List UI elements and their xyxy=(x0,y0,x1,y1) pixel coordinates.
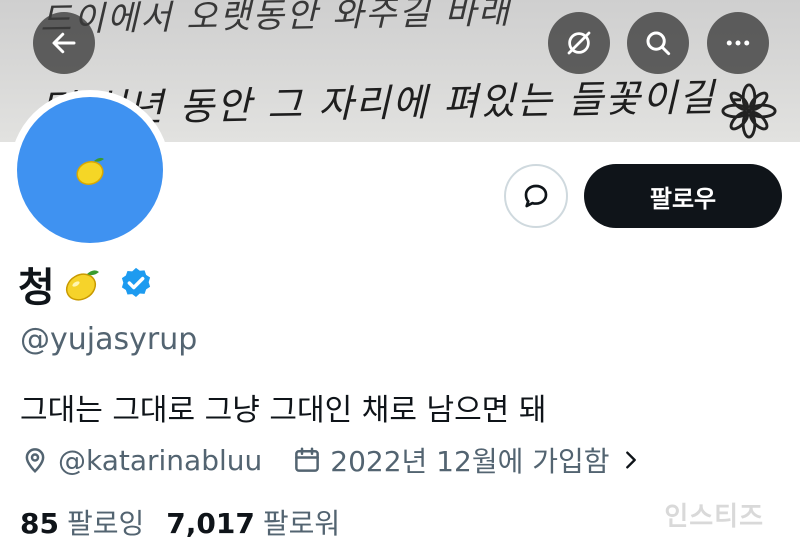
avatar-ring xyxy=(10,90,170,250)
followers-count: 7,017 xyxy=(166,507,255,540)
following-count: 85 xyxy=(20,507,59,540)
site-watermark: 인스티즈 xyxy=(664,502,764,532)
lemon-emoji-icon xyxy=(65,270,99,301)
chevron-right-icon[interactable] xyxy=(620,449,642,471)
location-link[interactable]: @katarinabluu xyxy=(58,444,262,477)
banner-text-top: 드이에서 오랫동안 와주길 바래 xyxy=(39,0,512,41)
translate-button[interactable] xyxy=(548,12,610,74)
follow-button[interactable]: 팔로우 xyxy=(584,164,782,228)
message-button[interactable] xyxy=(504,164,568,228)
follow-stats-row: 85 팔로잉 7,017 팔로워 xyxy=(20,502,340,542)
verified-badge-icon[interactable] xyxy=(117,265,155,303)
back-button[interactable] xyxy=(33,12,95,74)
avatar[interactable] xyxy=(17,97,163,243)
lemon-icon xyxy=(76,157,104,186)
followers-link[interactable]: 7,017 팔로워 xyxy=(166,502,340,542)
display-name: 청 xyxy=(18,265,55,311)
more-horizontal-icon xyxy=(726,40,750,46)
translate-globe-icon xyxy=(567,31,591,55)
location-pin-icon xyxy=(25,448,45,473)
following-label: 팔로잉 xyxy=(66,507,145,540)
join-date: 2022년 12월에 가입함 xyxy=(330,445,610,478)
search-button[interactable] xyxy=(627,12,689,74)
profile-bio: 그대는 그대로 그냥 그대인 채로 남으면 돼 xyxy=(20,393,547,428)
following-link[interactable]: 85 팔로잉 xyxy=(20,502,144,542)
followers-label: 팔로워 xyxy=(262,507,341,540)
flower-doodle-icon xyxy=(721,83,777,139)
message-bubble-icon xyxy=(524,184,548,208)
profile-meta-row: @katarinabluu 2022년 12월에 가입함 xyxy=(20,440,642,480)
user-handle: @yujasyrup xyxy=(20,322,198,357)
more-button[interactable] xyxy=(707,12,769,74)
calendar-icon xyxy=(295,447,320,472)
name-row: 청 xyxy=(18,258,155,311)
arrow-left-icon xyxy=(52,32,76,54)
search-icon xyxy=(646,31,671,56)
